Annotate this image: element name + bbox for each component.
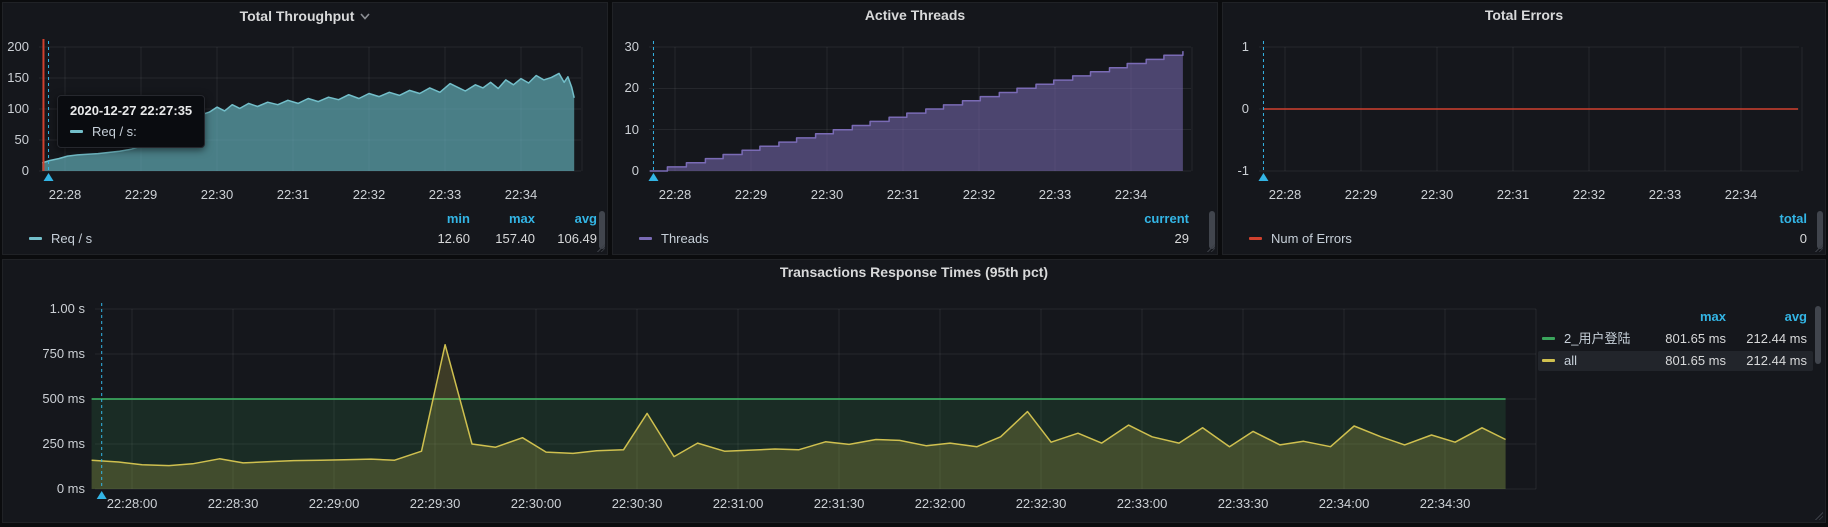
panel-resize-handle[interactable] (597, 244, 605, 252)
legend-stat-max: 801.65 ms (1665, 351, 1726, 371)
series-color-dash (1542, 337, 1555, 340)
tooltip-series: Req / s: (70, 124, 192, 139)
panel-total-throughput: Total Throughput 2020-12-27 22:27:35 Req… (2, 2, 608, 255)
series-color-dash (639, 237, 652, 240)
legend-stat-header-min[interactable]: min (447, 211, 470, 226)
legend-stat-header-avg[interactable]: avg (575, 211, 597, 226)
series-color-dash (1542, 359, 1555, 362)
series-fill (650, 51, 1183, 171)
series-color-dash (70, 130, 83, 133)
legend-stat-header-avg[interactable]: avg (1785, 307, 1807, 327)
annotation-marker[interactable] (648, 173, 658, 181)
legend-header-row: max avg (1538, 307, 1813, 327)
panel-active-threads: Active Threads current Threads 29 010203… (612, 2, 1218, 255)
panel-total-errors: Total Errors total Num of Errors 0 -1012… (1222, 2, 1826, 255)
legend-row-user-login[interactable]: 2_用户登陆 801.65 ms 212.44 ms (1538, 329, 1813, 349)
legend-stat-min: 12.60 (437, 231, 470, 246)
legend-series-req-s[interactable]: Req / s (29, 231, 92, 246)
legend-series-threads[interactable]: Threads (639, 231, 709, 246)
series-color-dash (1249, 237, 1262, 240)
legend-series-user-login[interactable]: 2_用户登陆 (1542, 329, 1630, 349)
panel-resize-handle[interactable] (1207, 244, 1215, 252)
legend-stat-current: 29 (1175, 231, 1189, 246)
annotation-marker[interactable] (97, 491, 107, 499)
legend-stat-header-current[interactable]: current (1144, 211, 1189, 226)
chart-tooltip: 2020-12-27 22:27:35 Req / s: (57, 95, 205, 148)
annotation-marker[interactable] (1258, 173, 1268, 181)
response-times-chart-canvas[interactable] (3, 260, 1827, 524)
legend-scrollbar[interactable] (1815, 306, 1821, 364)
legend-series-num-of-errors[interactable]: Num of Errors (1249, 231, 1352, 246)
errors-chart-canvas[interactable] (1223, 3, 1827, 256)
legend-stat-max: 157.40 (495, 231, 535, 246)
series-color-dash (29, 237, 42, 240)
panel-transactions-response-times: Transactions Response Times (95th pct) m… (2, 259, 1826, 523)
legend-row-all[interactable]: all 801.65 ms 212.44 ms (1538, 351, 1813, 371)
panel-resize-handle[interactable] (1815, 244, 1823, 252)
legend-stat-avg: 106.49 (557, 231, 597, 246)
legend-series-all[interactable]: all (1542, 351, 1577, 371)
grafana-dashboard: { "panels": { "throughput": { "title": "… (0, 0, 1828, 527)
legend-stat-avg: 212.44 ms (1746, 351, 1807, 371)
tooltip-timestamp: 2020-12-27 22:27:35 (70, 103, 192, 118)
legend-stat-header-max[interactable]: max (509, 211, 535, 226)
legend-stat-max: 801.65 ms (1665, 329, 1726, 349)
annotation-marker[interactable] (44, 173, 54, 181)
panel-resize-handle[interactable] (1815, 512, 1823, 520)
legend-stat-header-max[interactable]: max (1700, 307, 1726, 327)
legend-stat-avg: 212.44 ms (1746, 329, 1807, 349)
threads-chart-canvas[interactable] (613, 3, 1219, 256)
legend-stat-total: 0 (1800, 231, 1807, 246)
legend-stat-header-total[interactable]: total (1780, 211, 1807, 226)
